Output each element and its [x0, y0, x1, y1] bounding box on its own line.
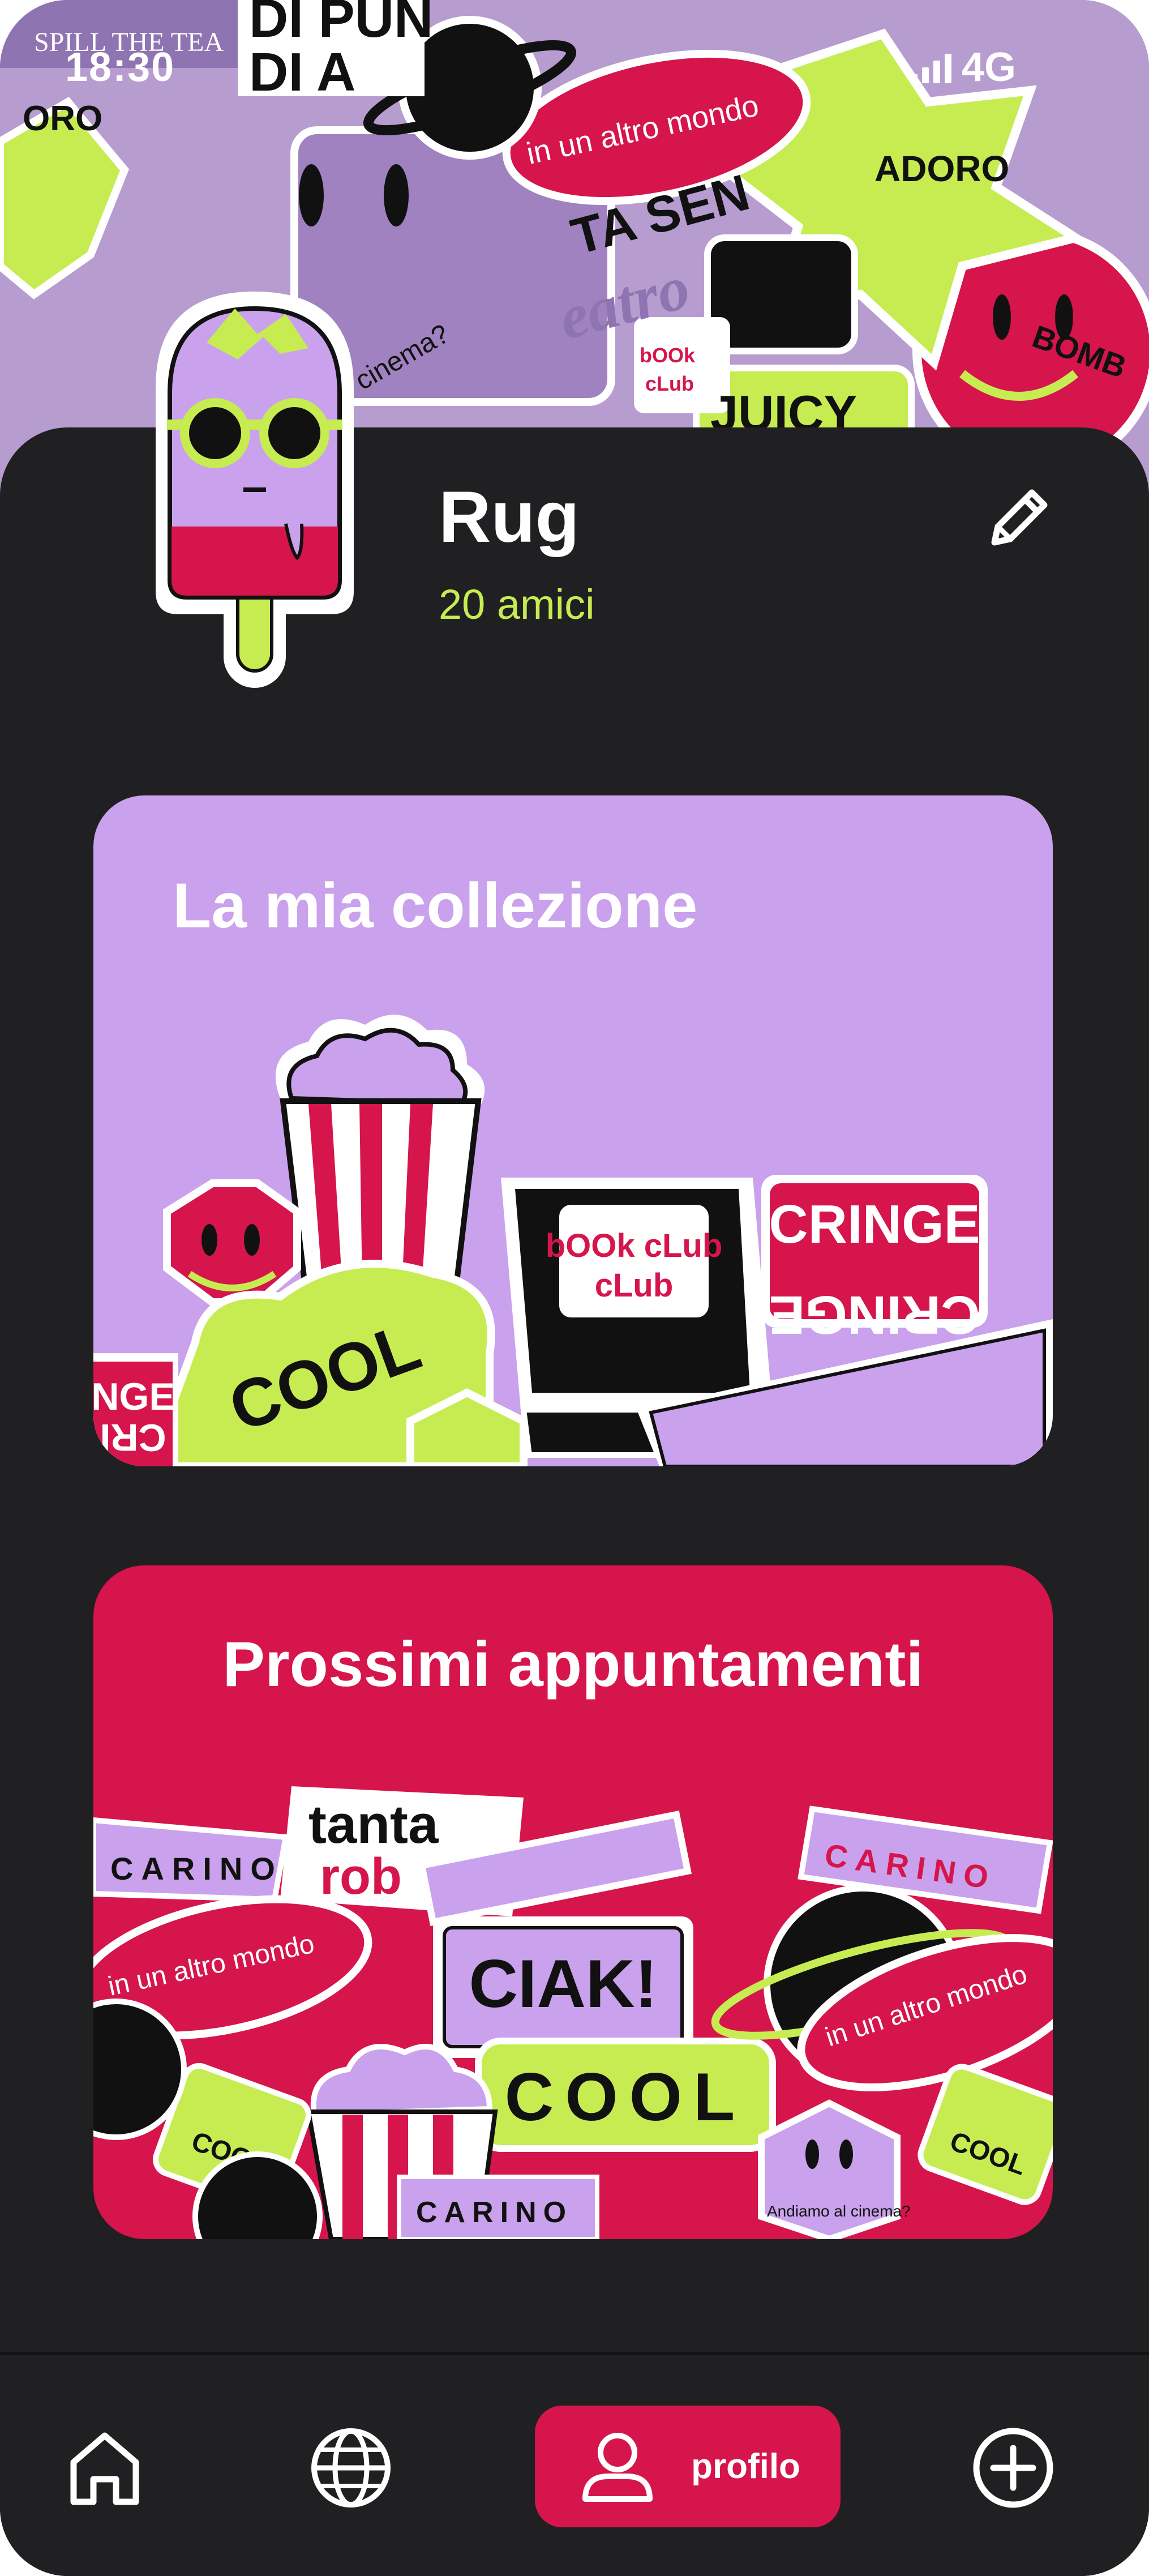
home-icon: [70, 2432, 139, 2505]
collection-text-cringe: CRINGE: [769, 1194, 980, 1255]
appt-text-cool: COOL: [505, 2059, 747, 2135]
cover-text-oro: ORO: [23, 99, 102, 138]
user-icon: [582, 2432, 653, 2502]
collection-text-nge: NGE: [93, 1375, 175, 1418]
nav-home-button[interactable]: [59, 2423, 150, 2513]
network-label: 4G: [961, 45, 1016, 90]
appointments-card-title: Prossimi appuntamenti: [222, 1629, 924, 1700]
appt-text-carino-1: CARINO: [110, 1851, 283, 1886]
cover-text-club: cLub: [645, 372, 694, 395]
phone-screen: ORO SPILL THE TEA DI PUN DI A in un altr…: [0, 0, 1149, 2576]
appt-text-tanta: tanta: [308, 1794, 439, 1855]
cover-text-book: bOOk: [640, 344, 696, 367]
collection-text-book: bOOk cLub: [546, 1227, 723, 1264]
cover-text-adoro: ADORO: [874, 148, 1009, 189]
appt-text-cinema: Andiamo al cinema?: [767, 2202, 911, 2220]
collection-text-cri: CRI: [100, 1416, 166, 1459]
status-right: 4G: [910, 44, 1016, 91]
status-time: 18:30: [65, 45, 175, 90]
nav-explore-button[interactable]: [306, 2423, 396, 2513]
nav-profile-button[interactable]: profilo: [535, 2406, 841, 2527]
collection-card-title: La mia collezione: [173, 870, 698, 941]
collection-sticker-art: COOL bOOk cLub cLub CRINGE CRINGE NGE CR…: [93, 1015, 1053, 1466]
appt-text-rob: rob: [320, 1848, 402, 1905]
collection-card[interactable]: La mia collezione COOL bOOk cLub cLub CR…: [93, 795, 1053, 1466]
edit-profile-button[interactable]: [982, 481, 1056, 555]
friends-count-link[interactable]: 20 amici: [439, 580, 595, 628]
globe-icon: [311, 2428, 391, 2507]
profile-name: Rug: [439, 477, 580, 558]
bottom-nav: profilo: [0, 2352, 1149, 2576]
appt-text-carino-3: CARINO: [416, 2196, 573, 2229]
status-bar: 18:30 4G: [0, 44, 1149, 95]
plus-circle-icon: [973, 2428, 1053, 2508]
signal-icon: [910, 52, 951, 83]
nav-add-button[interactable]: [968, 2423, 1058, 2513]
appointments-card[interactable]: Prossimi appuntamenti tanta rob CARINO C…: [93, 1565, 1053, 2239]
appointments-sticker-art: tanta rob CARINO CARINO CIAK! COOL in un…: [93, 1786, 1053, 2239]
appt-text-ciak: CIAK!: [469, 1946, 657, 2022]
pencil-icon: [991, 489, 1048, 546]
nav-profile-label: profilo: [691, 2447, 800, 2486]
collection-text-club: cLub: [595, 1267, 674, 1304]
collection-text-cringe-flipped: CRINGE: [769, 1285, 980, 1345]
avatar[interactable]: [122, 275, 388, 688]
